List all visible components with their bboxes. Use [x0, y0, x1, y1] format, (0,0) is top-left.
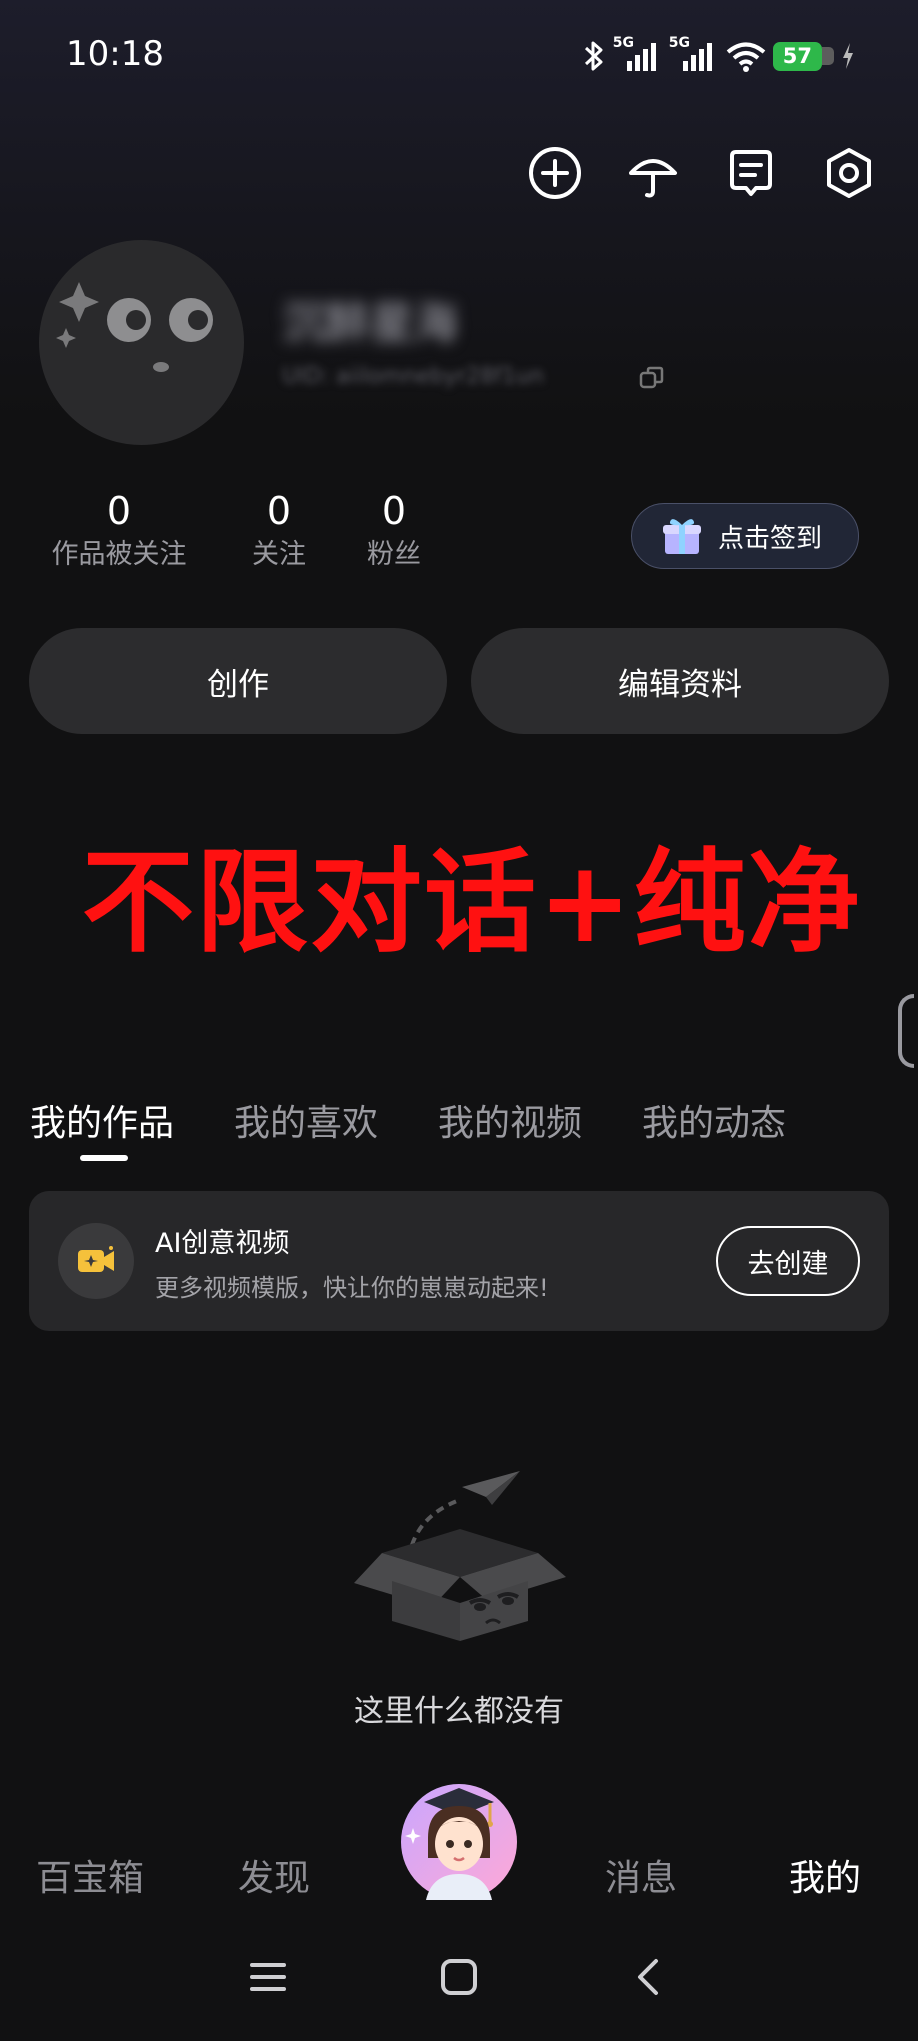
copy-icon[interactable] — [638, 364, 666, 392]
status-icons: 5G 5G 57 — [581, 35, 856, 76]
battery-level: 57 — [772, 41, 822, 71]
stat-value: 0 — [266, 489, 292, 533]
stat-value: 0 — [106, 489, 132, 533]
checkin-label: 点击签到 — [718, 523, 823, 554]
empty-box-illustration — [354, 1471, 566, 1641]
stat-following[interactable]: 0 关注 — [229, 488, 329, 574]
back-icon[interactable] — [628, 1955, 672, 1999]
assistant-avatar-icon[interactable] — [398, 1778, 520, 1900]
edge-handle[interactable] — [898, 994, 914, 1068]
tab-my-videos[interactable]: 我的视频 — [438, 1094, 582, 1146]
signal-icon-2: 5G — [669, 35, 719, 73]
stat-label: 粉丝 — [367, 539, 421, 570]
status-time: 10:18 — [66, 34, 164, 74]
video-camera-icon — [58, 1223, 134, 1299]
nav-discover[interactable]: 发现 — [238, 1849, 310, 1901]
tab-my-moments[interactable]: 我的动态 — [642, 1094, 786, 1146]
nav-toolbox[interactable]: 百宝箱 — [36, 1849, 144, 1901]
battery-icon: 57 — [772, 41, 834, 71]
signal-icon: 5G — [613, 35, 663, 73]
active-tab-indicator — [80, 1155, 128, 1161]
wifi-icon — [726, 42, 766, 72]
ai-card-title: AI创意视频 — [155, 1228, 290, 1259]
note-icon[interactable] — [724, 146, 778, 200]
bluetooth-icon — [584, 41, 603, 71]
umbrella-icon[interactable] — [626, 146, 680, 200]
home-icon[interactable] — [437, 1955, 481, 1999]
edit-profile-button[interactable]: 编辑资料 — [471, 628, 889, 734]
create-button[interactable]: 创作 — [29, 628, 447, 734]
stat-value: 0 — [381, 489, 407, 533]
add-icon[interactable] — [528, 146, 582, 200]
promo-banner-text: 不限对话+纯净 — [82, 838, 862, 968]
menu-icon[interactable] — [246, 1955, 290, 1999]
checkin-button[interactable]: 点击签到 — [631, 503, 859, 569]
ai-card-subtitle: 更多视频模版，快让你的崽崽动起来! — [155, 1274, 549, 1302]
tab-my-works[interactable]: 我的作品 — [30, 1094, 174, 1146]
gift-icon — [663, 519, 701, 554]
settings-icon[interactable] — [822, 146, 876, 200]
stat-works-followed[interactable]: 0 作品被关注 — [46, 488, 192, 574]
top-actions — [528, 146, 876, 200]
nav-me[interactable]: 我的 — [789, 1849, 861, 1901]
profile-name: 沉醉星海 — [282, 298, 458, 349]
charging-icon — [843, 43, 853, 69]
profile-uid: UID: aiilomnebyr28f1un — [282, 364, 544, 389]
empty-state-text: 这里什么都没有 — [354, 1694, 564, 1729]
avatar[interactable] — [39, 240, 244, 445]
nav-messages[interactable]: 消息 — [605, 1849, 677, 1901]
tab-my-likes[interactable]: 我的喜欢 — [234, 1094, 378, 1146]
stat-label: 关注 — [252, 539, 306, 570]
go-create-button[interactable]: 去创建 — [716, 1226, 860, 1296]
content-tabs: 我的作品 我的喜欢 我的视频 我的动态 — [30, 1094, 846, 1146]
stat-label: 作品被关注 — [51, 539, 187, 570]
stat-fans[interactable]: 0 粉丝 — [344, 488, 444, 574]
